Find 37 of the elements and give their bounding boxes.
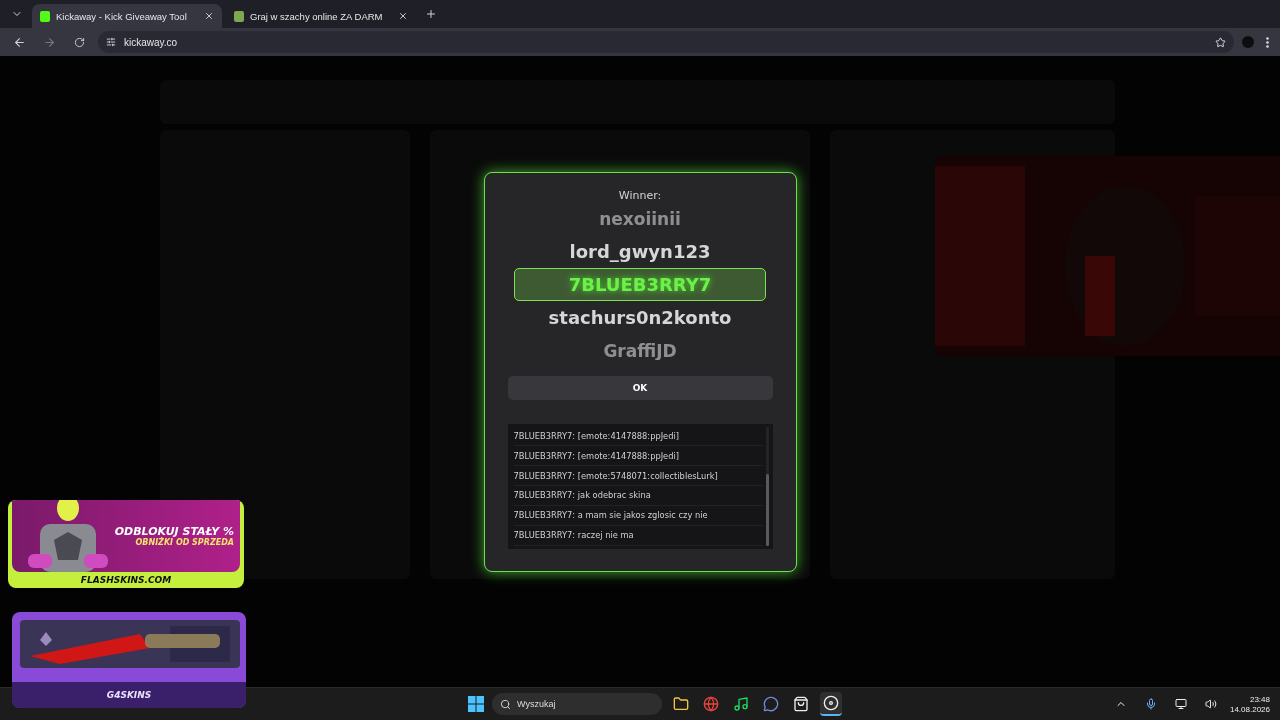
plus-icon	[425, 8, 437, 20]
promo-brand: FLASHSKINS.COM	[79, 574, 173, 587]
dots-icon	[1265, 36, 1269, 48]
clock[interactable]: 23:48 14.08.2026	[1229, 694, 1270, 714]
bookmark-icon[interactable]	[1215, 36, 1226, 48]
site-settings-icon[interactable]	[106, 37, 116, 47]
reload-icon	[73, 36, 85, 48]
participant-name: lord_gwyn123	[568, 240, 712, 264]
participant-name: stachurs0n2konto	[547, 306, 733, 330]
browser-tab[interactable]: Graj w szachy online ZA DARM	[226, 4, 416, 28]
scrollbar[interactable]	[765, 426, 769, 546]
chat-message: 7BLUEB3RRY7: a mam sie jakos zglosic czy nie	[513, 505, 763, 526]
participant-name: GraffiJD	[602, 339, 678, 360]
chat-message: 7BLUEB3RRY7: jak odebrac skina	[513, 486, 763, 506]
chat-message: 7BLUEB3RRY7: raczej nie ma	[513, 525, 763, 546]
chat-message: 7BLUEB3RRY7: [emote:4147888:ppJedi]	[513, 426, 763, 447]
winner-name: 7BLUEB3RRY7	[514, 268, 766, 301]
promo-brand: G4SKINS	[12, 682, 246, 708]
search-field[interactable]: Wyszukaj	[492, 693, 662, 715]
browser-tab[interactable]: Kickaway - Kick Giveaway Tool	[32, 4, 222, 28]
promo-banner[interactable]: G4SKINS	[12, 612, 246, 708]
dialog-heading: Winner:	[618, 188, 662, 202]
ok-button[interactable]: OK	[507, 375, 773, 400]
promo-banner[interactable]: ODBLOKUJ STAŁY % OBNIŻKI OD SPRZEDA FLASHSKINS.COM	[8, 500, 244, 588]
site-icon	[40, 10, 50, 22]
back-arrow-icon	[12, 35, 26, 49]
windows-icon[interactable]	[468, 696, 484, 712]
search-icon	[500, 698, 511, 710]
participant-name: nexoiinii	[598, 209, 682, 231]
promo-headline: ODBLOKUJ STAŁY %	[114, 525, 234, 538]
chat-message: 7BLUEB3RRY7: [emote:5748071:collectiblesLurk]	[513, 466, 763, 486]
close-icon[interactable]	[204, 11, 214, 21]
forward-arrow-icon	[42, 35, 56, 49]
address-bar[interactable]: kickaway.co	[98, 31, 1234, 53]
close-icon[interactable]	[398, 11, 408, 21]
promo-subline: OBNIŻKI OD SPRZEDA	[135, 538, 234, 547]
chat-message: 7BLUEB3RRY7: [emote:4147888:ppJedi]	[513, 446, 763, 467]
